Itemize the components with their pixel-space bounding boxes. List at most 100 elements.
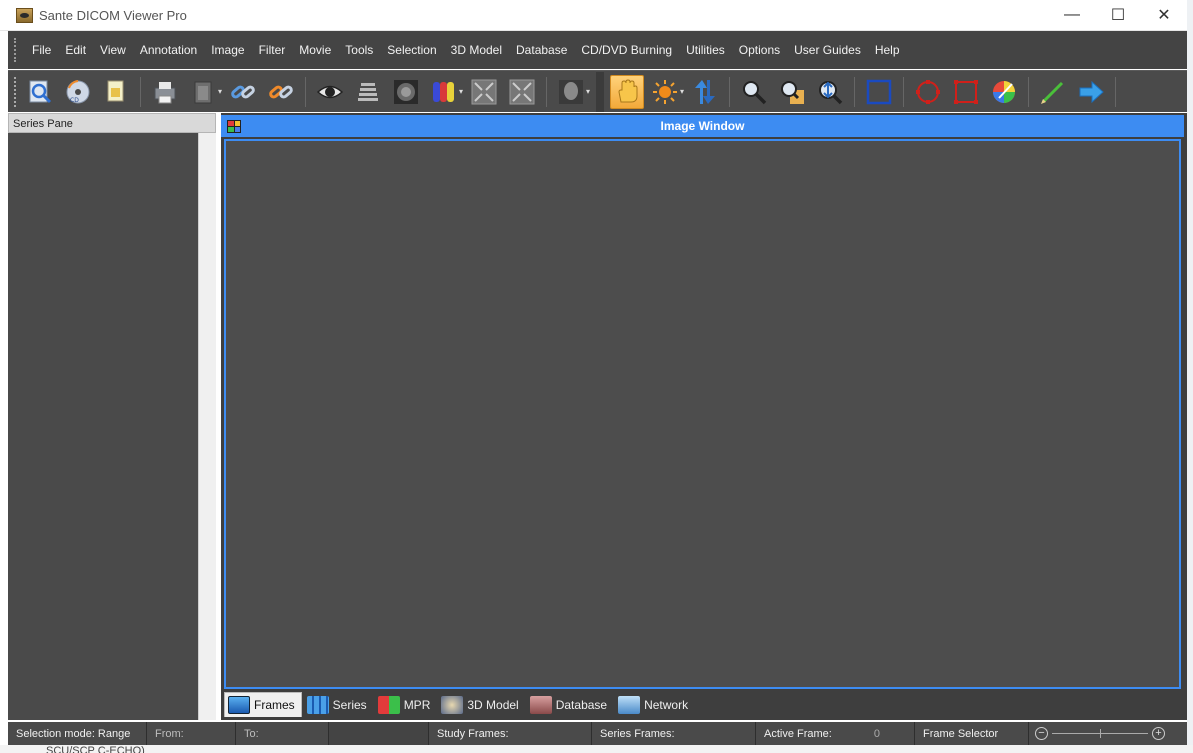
toolbar-separator xyxy=(546,76,548,107)
minimize-button[interactable]: — xyxy=(1049,0,1095,30)
menu-grip-handle[interactable] xyxy=(14,38,17,62)
tab-series[interactable]: Series xyxy=(304,692,373,717)
square-roi-icon xyxy=(954,79,979,104)
clipboard-button[interactable] xyxy=(186,75,220,109)
link-button[interactable] xyxy=(226,75,260,109)
tab-network-label: Network xyxy=(644,697,689,712)
stack-button[interactable] xyxy=(351,75,385,109)
fullscreen-button[interactable] xyxy=(505,75,539,109)
menu-options[interactable]: Options xyxy=(732,31,787,69)
pan-hand-button[interactable] xyxy=(610,74,645,109)
menu-help[interactable]: Help xyxy=(868,31,907,69)
image-viewport[interactable] xyxy=(224,139,1181,689)
rectangle-roi-button[interactable] xyxy=(862,75,896,109)
magnifier-region-button[interactable] xyxy=(775,75,809,109)
maximize-button[interactable]: ☐ xyxy=(1095,0,1141,30)
background-window-text: SCU/SCP C-ECHO) xyxy=(46,745,145,753)
rectangle-roi-icon xyxy=(866,79,892,104)
zoom-in-button[interactable]: + xyxy=(1152,727,1165,740)
pencil-icon xyxy=(1041,81,1064,104)
toolbar-overflow-icon[interactable]: ▾ xyxy=(218,87,222,96)
menu-utilities[interactable]: Utilities xyxy=(679,31,732,69)
menu-3d-model[interactable]: 3D Model xyxy=(444,31,509,69)
arrow-right-button[interactable] xyxy=(1074,75,1108,109)
toolbar-separator xyxy=(854,76,856,107)
square-roi-button[interactable] xyxy=(949,75,983,109)
zoom-slider-track[interactable] xyxy=(1052,729,1148,738)
menu-edit[interactable]: Edit xyxy=(58,31,93,69)
pencil-button[interactable] xyxy=(1036,75,1070,109)
tab-database-label: Database xyxy=(555,697,608,712)
network-icon xyxy=(618,695,641,714)
open-document-button[interactable] xyxy=(99,75,133,109)
menu-file[interactable]: File xyxy=(25,31,58,69)
tab-mpr-label: MPR xyxy=(403,697,431,712)
magnifier-region-icon xyxy=(781,80,805,104)
tab-3d-model-label: 3D Model xyxy=(467,697,519,712)
eye-button[interactable] xyxy=(313,75,347,109)
tab-3d-model[interactable]: 3D Model xyxy=(438,692,524,717)
series-pane: Series Pane xyxy=(8,113,216,720)
frames-icon xyxy=(228,696,250,714)
link-icon xyxy=(231,85,255,98)
image-window-title: Image Window xyxy=(660,119,745,133)
head-scan-icon xyxy=(394,79,419,104)
menu-user-guides[interactable]: User Guides xyxy=(787,31,868,69)
zoom-fit-button[interactable] xyxy=(813,75,847,109)
image-window: Image Window Frames Series MPR 3D Model … xyxy=(221,113,1187,720)
open-file-button[interactable] xyxy=(23,75,57,109)
colormap-dropdown-icon[interactable]: ▾ xyxy=(459,87,463,96)
eye-icon xyxy=(316,85,344,98)
zoom-out-button[interactable]: − xyxy=(1035,727,1048,740)
toolbar-separator xyxy=(1028,76,1030,107)
brightness-button[interactable] xyxy=(648,75,682,109)
window-controls: — ☐ ✕ xyxy=(1049,0,1187,30)
close-button[interactable]: ✕ xyxy=(1141,0,1187,30)
menu-view[interactable]: View xyxy=(93,31,133,69)
magnify-button[interactable] xyxy=(737,75,771,109)
circle-roi-icon xyxy=(916,79,941,104)
background-window-edge xyxy=(1187,0,1193,745)
head-scan-button[interactable] xyxy=(389,75,423,109)
open-cd-button[interactable]: CD xyxy=(61,75,95,109)
unlink-icon xyxy=(269,85,293,98)
menu-image[interactable]: Image xyxy=(204,31,251,69)
menu-tools[interactable]: Tools xyxy=(338,31,380,69)
toolbar-grip-handle[interactable] xyxy=(14,76,17,107)
menu-cd-dvd-burning[interactable]: CD/DVD Burning xyxy=(574,31,679,69)
tab-mpr[interactable]: MPR xyxy=(375,692,437,717)
color-wheel-button[interactable] xyxy=(987,75,1021,109)
menu-selection[interactable]: Selection xyxy=(380,31,443,69)
toolbar-separator xyxy=(729,76,731,107)
scroll-arrows-button[interactable] xyxy=(688,75,722,109)
menu-movie[interactable]: Movie xyxy=(292,31,338,69)
colormap-button[interactable] xyxy=(427,75,461,109)
tab-database[interactable]: Database xyxy=(527,692,613,717)
svg-text:CD: CD xyxy=(70,97,79,104)
circle-roi-button[interactable] xyxy=(911,75,945,109)
open-cd-icon: CD xyxy=(66,79,90,104)
series-pane-scrollbar[interactable] xyxy=(198,133,216,720)
stack-icon xyxy=(358,82,379,101)
image-window-header: Image Window xyxy=(221,115,1184,137)
portrait-icon xyxy=(559,79,584,104)
tab-network[interactable]: Network xyxy=(615,692,694,717)
title-bar: Sante DICOM Viewer Pro — ☐ ✕ xyxy=(0,0,1187,31)
tab-frames[interactable]: Frames xyxy=(224,692,302,717)
toolbar: CD ▾ ▾ ▾ ▾ xyxy=(8,70,1187,112)
fit-window-button[interactable] xyxy=(467,75,501,109)
status-blank-cell xyxy=(329,722,429,745)
status-active-frame-label: Active Frame: xyxy=(764,727,832,740)
unlink-button[interactable] xyxy=(264,75,298,109)
status-frame-selector: Frame Selector xyxy=(915,722,1029,745)
menu-database[interactable]: Database xyxy=(509,31,574,69)
toolbar-overflow-icon[interactable]: ▾ xyxy=(586,87,590,96)
print-button[interactable] xyxy=(148,75,182,109)
status-to: To: xyxy=(236,722,329,745)
frame-zoom-slider[interactable]: − + xyxy=(1029,727,1171,740)
menu-filter[interactable]: Filter xyxy=(252,31,293,69)
brightness-dropdown-icon[interactable]: ▾ xyxy=(680,87,684,96)
portrait-button[interactable] xyxy=(554,75,588,109)
colormap-icon xyxy=(433,81,455,102)
menu-annotation[interactable]: Annotation xyxy=(133,31,204,69)
